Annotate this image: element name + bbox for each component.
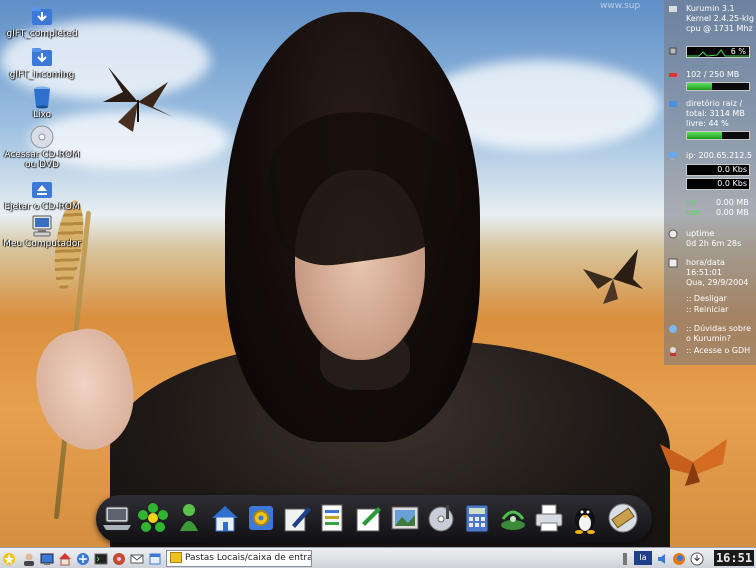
help-link[interactable]: :: Dúvidas sobre — [686, 324, 754, 334]
application-dock — [96, 495, 652, 543]
printer-icon[interactable] — [532, 501, 566, 535]
write-document-icon[interactable] — [352, 501, 386, 535]
office-document-icon[interactable] — [316, 501, 350, 535]
mail-icon[interactable] — [130, 551, 144, 565]
laptop-icon[interactable] — [100, 501, 134, 535]
clipboard-tray-icon[interactable] — [690, 551, 704, 566]
pen-editor-icon[interactable] — [280, 501, 314, 535]
disk-usage-bar — [686, 131, 750, 140]
memory-icon — [668, 70, 678, 80]
volume-tray-icon[interactable] — [656, 551, 670, 565]
network-icon — [668, 151, 678, 161]
user-icon[interactable] — [22, 551, 36, 566]
trash-icon — [29, 84, 55, 110]
firefox-tray-icon[interactable] — [672, 551, 686, 565]
mail-folder-icon — [170, 552, 182, 563]
gdh-link[interactable]: :: Acesse o GDH — [686, 346, 754, 356]
uptime-clock-icon — [668, 229, 678, 239]
datetime-icon — [668, 258, 678, 268]
shutdown-link[interactable]: :: Desligar — [686, 294, 754, 304]
butterfly-decoration — [98, 62, 178, 141]
network-antenna-icon[interactable] — [496, 501, 530, 535]
desktop-icon-my-computer[interactable]: Meu Computador — [0, 213, 84, 249]
help-icon — [668, 324, 678, 334]
icq-flower-icon[interactable] — [136, 501, 170, 535]
konqueror-icon[interactable] — [76, 551, 90, 565]
games-icon[interactable] — [112, 551, 126, 565]
terminal-icon[interactable] — [94, 551, 108, 565]
network-rate-in: 0.0 Kbs — [686, 164, 750, 176]
computer-icon — [29, 213, 55, 239]
desktop-wallpaper — [0, 0, 756, 567]
home-folder-icon[interactable] — [208, 501, 242, 535]
memory-usage-bar — [686, 82, 750, 91]
wallpaper-watermark: www.sup — [600, 1, 641, 11]
desktop-icon-gift-completed[interactable]: gIFT_completed — [0, 3, 84, 39]
hard-disk-icon — [668, 99, 678, 109]
movie-film-icon[interactable] — [606, 501, 640, 535]
start-menu-icon[interactable] — [2, 551, 16, 565]
desktop-icon-gift-incoming[interactable]: gIFT_incoming — [0, 44, 84, 80]
image-viewer-icon[interactable] — [388, 501, 422, 535]
eject-icon — [29, 176, 55, 202]
tux-penguin-icon[interactable] — [568, 501, 602, 535]
window-list-icon[interactable] — [148, 551, 162, 565]
monitor-system-icon — [668, 4, 678, 14]
network-rate-out: 0.0 Kbs — [686, 178, 750, 190]
system-monitor-panel: Kurumin 3.1 Kernel 2.4.25-klg cpu @ 1731… — [664, 0, 756, 365]
desktop-icon-cdrom[interactable]: Acessar CD-ROM ou DVD — [0, 124, 84, 170]
cpu-usage-label: 6 % — [730, 47, 746, 56]
desktop-icon-eject-cdrom[interactable]: Ejetar o CD-ROM — [0, 176, 84, 212]
reboot-link[interactable]: :: Reiniciar — [686, 305, 754, 315]
cdrom-icon — [29, 124, 55, 150]
cpu-chip-icon — [668, 46, 678, 56]
cpu-usage-graph: 6 % — [686, 46, 750, 58]
folder-download-icon — [29, 3, 55, 29]
folder-download-icon — [29, 44, 55, 70]
calculator-icon[interactable] — [460, 501, 494, 535]
desktop-show-icon[interactable] — [40, 551, 54, 565]
taskbar: Pastas Locais/caixa de entrada la 16:51 — [0, 547, 756, 568]
eject-tray-icon[interactable] — [618, 551, 632, 565]
messenger-icon[interactable] — [172, 501, 206, 535]
desktop-icon-trash[interactable]: Lixo — [0, 84, 84, 120]
home-icon[interactable] — [58, 551, 72, 566]
settings-gear-icon[interactable] — [244, 501, 278, 535]
butterfly-decoration — [578, 244, 648, 313]
gdh-icon — [668, 346, 678, 356]
butterfly-decoration — [655, 434, 733, 493]
taskbar-task-mail-folder[interactable]: Pastas Locais/caixa de entrada — [166, 550, 312, 567]
taskbar-clock[interactable]: 16:51 — [714, 550, 754, 566]
media-player-icon[interactable] — [424, 501, 458, 535]
keyboard-layout-indicator[interactable]: la — [634, 551, 652, 565]
